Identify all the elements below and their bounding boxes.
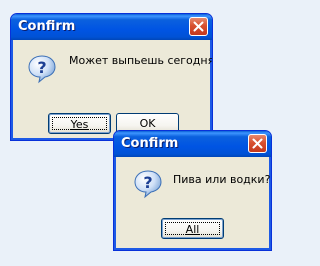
yes-button[interactable]: Yes — [48, 113, 111, 134]
question-icon: ? — [28, 55, 56, 84]
close-button[interactable] — [189, 17, 208, 36]
yes-button-label: Yes — [70, 118, 89, 131]
svg-text:?: ? — [37, 58, 46, 77]
svg-text:?: ? — [143, 173, 152, 192]
dialog-message: Пива или водки? — [173, 173, 271, 186]
dialog-title: Confirm — [121, 136, 179, 151]
focus-rect: All — [165, 222, 220, 236]
focus-rect: Yes — [52, 117, 107, 131]
close-icon — [252, 138, 263, 149]
dialog-message: Может выпьешь сегодня? — [69, 54, 213, 67]
all-button[interactable]: All — [161, 218, 224, 239]
dialog-title: Confirm — [18, 19, 76, 34]
confirm-dialog-1: Confirm ? Может выпьешь сегодня? Yes OK — [10, 13, 213, 141]
confirm-dialog-2: Confirm ? Пива или водки? All — [113, 130, 272, 251]
close-button[interactable] — [248, 134, 267, 153]
all-button-label: All — [185, 223, 200, 236]
dialog-body: ? Пива или водки? All — [117, 157, 271, 247]
close-icon — [193, 21, 204, 32]
title-bar[interactable]: Confirm — [114, 131, 271, 157]
dialog-body: ? Может выпьешь сегодня? Yes OK — [14, 40, 212, 137]
ok-button-label: OK — [139, 117, 156, 130]
title-bar[interactable]: Confirm — [11, 14, 212, 40]
question-icon: ? — [134, 170, 162, 199]
